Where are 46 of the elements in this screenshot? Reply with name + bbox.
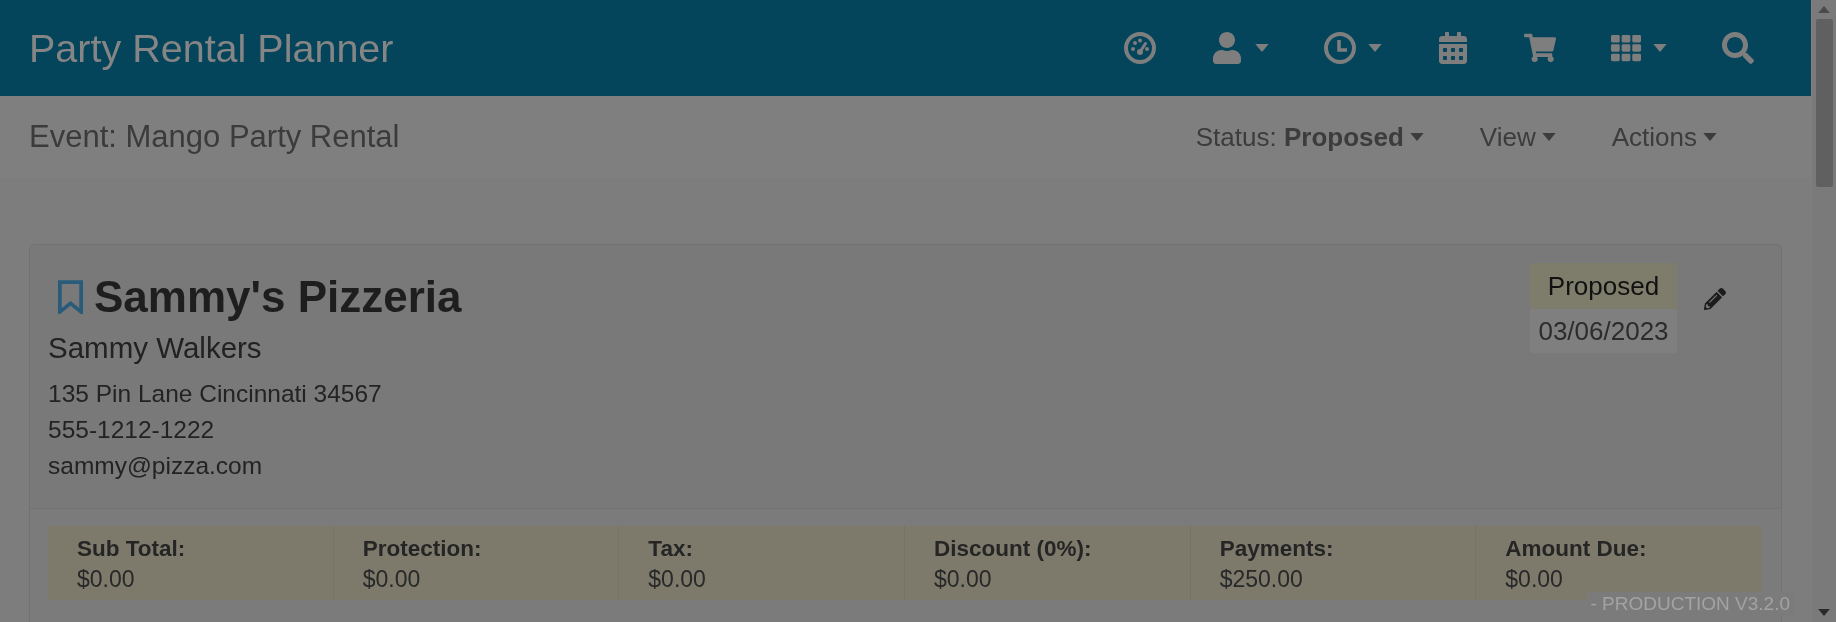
total-label: Sub Total: — [77, 535, 187, 563]
total-label: Tax: — [648, 535, 694, 563]
grid-icon — [1611, 33, 1641, 63]
cart-icon — [1524, 32, 1556, 64]
scroll-down-icon[interactable] — [1818, 609, 1830, 616]
toolbar-button[interactable] — [1437, 32, 1469, 64]
toolbar-button[interactable] — [1611, 33, 1667, 63]
toolbar-button[interactable] — [1211, 32, 1269, 64]
total-value: $0.00 — [362, 565, 422, 594]
total-label: Protection: — [362, 535, 483, 563]
gauge-icon — [1124, 32, 1156, 64]
total-value: $0.00 — [77, 565, 136, 594]
customer-name: Sammy's Pizzeria — [94, 274, 462, 319]
total-value: $250.00 — [1219, 565, 1304, 594]
address-text: 135 Pin Lane Cincinnati 34567 — [48, 379, 383, 409]
toolbar-button[interactable] — [1722, 32, 1754, 64]
caret-icon — [1703, 133, 1717, 141]
total-label: Discount (0%): — [934, 535, 1093, 563]
toolbar-button[interactable] — [1524, 32, 1556, 64]
toolbar-button[interactable] — [1124, 32, 1156, 64]
user-icon — [1211, 32, 1243, 64]
total-value: $0.00 — [934, 565, 993, 594]
search-icon — [1722, 32, 1754, 64]
email-text: sammy@pizza.com — [48, 451, 264, 481]
toolbar-button[interactable] — [1324, 32, 1382, 64]
status-badge: Proposed — [1530, 263, 1677, 309]
scroll-up-icon[interactable] — [1818, 6, 1830, 13]
dropdown-menu-button[interactable]: Actions — [1611, 121, 1717, 153]
contact-name: Sammy Walkers — [48, 331, 263, 365]
caret-icon — [1541, 133, 1556, 141]
event-date: 03/06/2023 — [1530, 309, 1677, 353]
event-title: Event: Mango Party Rental — [29, 119, 400, 155]
scrollbar-thumb[interactable] — [1815, 19, 1833, 187]
total-label: Payments: — [1219, 535, 1335, 563]
total-value: $0.00 — [1505, 565, 1564, 594]
clock-icon — [1324, 32, 1356, 64]
dropdown-menu-button[interactable]: View — [1479, 121, 1556, 153]
pencil-icon[interactable] — [1704, 288, 1726, 310]
app-title: Party Rental Planner — [29, 25, 394, 71]
dropdown-menu-button[interactable]: Status: Proposed — [1195, 121, 1424, 153]
calendar-icon — [1437, 32, 1469, 64]
total-label: Amount Due: — [1505, 535, 1648, 563]
bookmark-icon[interactable] — [57, 279, 84, 314]
total-value: $0.00 — [648, 565, 707, 594]
caret-icon — [1409, 133, 1424, 141]
phone-text: 555-1212-1222 — [48, 415, 216, 445]
